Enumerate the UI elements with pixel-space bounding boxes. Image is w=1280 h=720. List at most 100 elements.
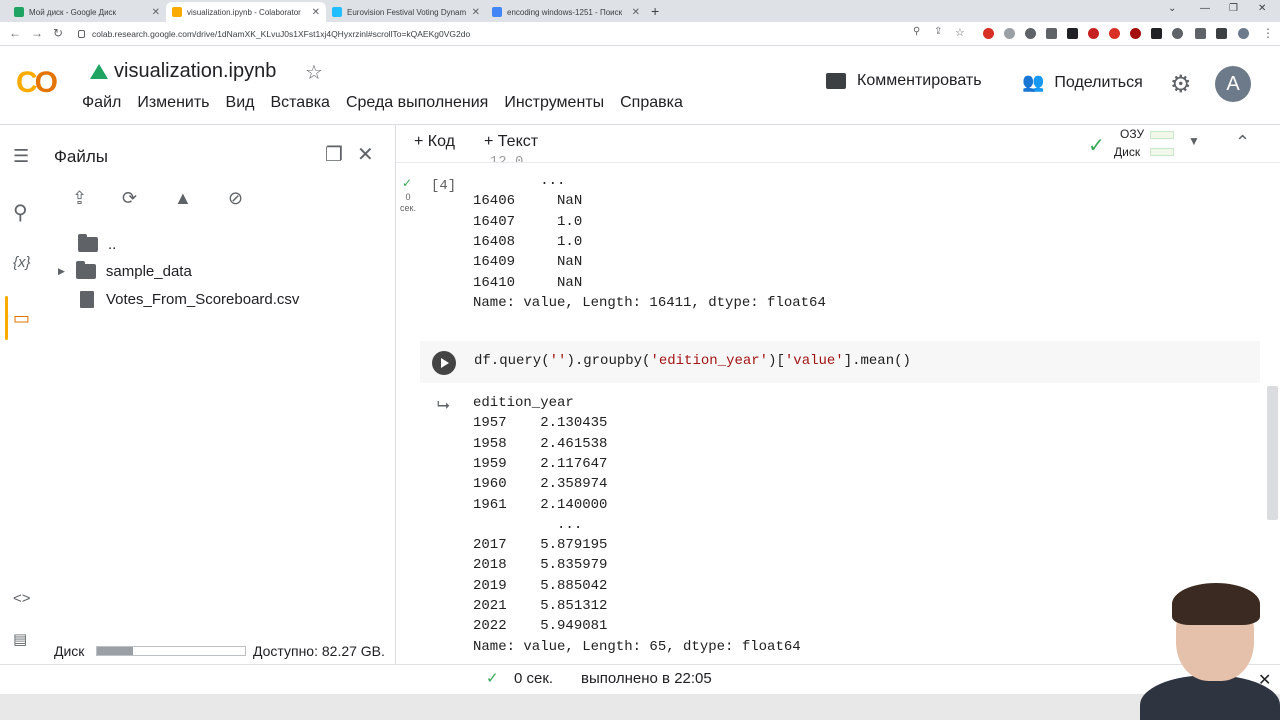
variables-icon[interactable]: {x} [13, 254, 31, 271]
panel-separator[interactable] [395, 125, 396, 665]
notebook-title-text[interactable]: visualization.ipynb [114, 60, 276, 83]
google-favicon-icon [492, 7, 502, 17]
browser-menu-icon[interactable]: ⋮ [1262, 26, 1274, 40]
output-line: 16409 NaN [473, 254, 583, 271]
new-tab-icon[interactable]: + [651, 3, 659, 19]
share-button[interactable]: 👥 Поделиться [1022, 72, 1143, 93]
chevron-down-icon[interactable]: ▼ [1188, 134, 1200, 148]
url-text: colab.research.google.com/drive/1dNamXK_… [92, 29, 471, 39]
menu-file[interactable]: Файл [82, 94, 121, 112]
tree-item-label: sample_data [105, 263, 192, 280]
extension-icon[interactable] [1130, 28, 1141, 39]
upload-file-icon[interactable]: ⇪ [72, 188, 87, 209]
browser-tab-drive[interactable]: Мой диск - Google Диск ✕ [8, 2, 166, 22]
tree-item-parent[interactable]: .. [78, 234, 116, 253]
mount-drive-icon[interactable]: ▲ [174, 188, 192, 209]
lock-icon [78, 30, 85, 38]
close-icon[interactable]: ✕ [312, 7, 320, 18]
menu-view[interactable]: Вид [226, 94, 255, 112]
menu-edit[interactable]: Изменить [137, 94, 209, 112]
star-icon[interactable]: ☆ [305, 60, 323, 85]
extension-icon[interactable] [1151, 28, 1162, 39]
colab-logo[interactable]: CO [16, 66, 58, 100]
output-line: 1961 2.140000 [473, 496, 608, 513]
bookmark-star-icon[interactable]: ☆ [955, 26, 965, 39]
notebook-title[interactable]: visualization.ipynb [90, 60, 276, 83]
extension-icon[interactable] [1067, 28, 1078, 39]
zoom-icon[interactable]: ⚲ [913, 26, 920, 37]
gear-icon[interactable]: ⚙ [1170, 70, 1192, 99]
refresh-folder-icon[interactable]: ⟳ [122, 188, 137, 209]
extension-icon[interactable] [1004, 28, 1015, 39]
ram-usage-bar [1150, 131, 1174, 139]
comment-label: Комментировать [857, 72, 982, 89]
extension-icon[interactable] [1109, 28, 1120, 39]
notebook-toolbar: + Код + Текст [396, 125, 1280, 163]
browser-tab-search[interactable]: encoding windows-1251 - Поиск ✕ [486, 2, 646, 22]
add-text-button[interactable]: + Текст [484, 133, 538, 151]
active-rail-indicator [5, 296, 8, 340]
avatar[interactable]: A [1215, 66, 1251, 102]
status-exec-time: 0 сек. [514, 670, 554, 687]
close-icon[interactable]: ✕ [357, 142, 374, 167]
files-folder-icon[interactable]: ▭ [13, 308, 30, 329]
adblock-extension-icon[interactable] [983, 28, 994, 39]
browser-tab-kaggle[interactable]: Eurovision Festival Voting Dynam ✕ [326, 2, 486, 22]
run-cell-button[interactable] [432, 351, 456, 375]
people-icon: 👥 [1022, 72, 1045, 92]
tab-search-icon[interactable]: ⌄ [1168, 3, 1176, 14]
output-line: Name: value, Length: 65, dtype: float64 [473, 638, 801, 655]
extension-icon[interactable] [1088, 28, 1099, 39]
comment-button[interactable]: Комментировать [826, 72, 982, 90]
output-actions-icon[interactable]: ⮡ [437, 397, 450, 415]
terminal-icon[interactable]: ▤ [13, 630, 27, 648]
code-token: ).groupby( [566, 353, 651, 369]
chevron-up-icon[interactable]: ⌃ [1235, 132, 1250, 153]
tree-item-sample-data[interactable]: ▶ sample_data [58, 261, 192, 280]
share-page-icon[interactable]: ⇪ [934, 26, 942, 37]
extension-icon[interactable] [1025, 28, 1036, 39]
add-code-button[interactable]: + Код [414, 133, 455, 151]
search-icon[interactable]: ⚲ [13, 200, 28, 225]
table-of-contents-icon[interactable]: ☰ [13, 146, 29, 167]
minimize-icon[interactable]: — [1200, 3, 1210, 14]
hide-files-icon[interactable]: ⊘ [228, 188, 243, 209]
menu-insert[interactable]: Вставка [270, 94, 329, 112]
open-in-tab-icon[interactable]: ❐ [325, 142, 343, 167]
menu-runtime[interactable]: Среда выполнения [346, 94, 488, 112]
colab-favicon-icon [172, 7, 182, 17]
disk-usage-bar [96, 646, 246, 656]
tab-title: visualization.ipynb - Colaborator [187, 7, 301, 17]
menu-help[interactable]: Справка [620, 94, 683, 112]
output-line: 2022 5.949081 [473, 618, 608, 635]
output-line: edition_year [473, 395, 574, 411]
output-line: 16410 NaN [473, 274, 583, 291]
cell-exec-count: [4] [431, 178, 457, 194]
output-line: 1959 2.117647 [473, 455, 608, 472]
sidebar-icon[interactable] [1216, 28, 1227, 39]
back-icon[interactable]: ← [9, 26, 21, 40]
menu-tools[interactable]: Инструменты [504, 94, 604, 112]
restore-icon[interactable]: ❐ [1229, 3, 1238, 14]
code-token: ].mean() [843, 353, 911, 369]
status-completed-text: выполнено в 22:05 [581, 670, 712, 687]
extensions-puzzle-icon[interactable] [1195, 28, 1206, 39]
close-icon[interactable]: ✕ [472, 7, 480, 18]
reload-icon[interactable]: ↻ [53, 26, 63, 40]
scrollbar-thumb[interactable] [1267, 386, 1278, 520]
cell-exec-time: 0 сек. [400, 192, 416, 213]
window-close-icon[interactable]: ✕ [1258, 3, 1266, 14]
browser-tab-colab[interactable]: visualization.ipynb - Colaborator ✕ [166, 2, 326, 22]
url-field[interactable]: colab.research.google.com/drive/1dNamXK_… [78, 26, 898, 42]
profile-icon[interactable] [1238, 28, 1249, 39]
extension-icon[interactable] [1046, 28, 1057, 39]
close-icon[interactable]: ✕ [632, 7, 640, 18]
extension-icon[interactable] [1172, 28, 1183, 39]
code-snippets-icon[interactable]: <> [13, 590, 31, 607]
expand-caret-icon[interactable]: ▶ [58, 266, 65, 277]
tree-item-votes-csv[interactable]: Votes_From_Scoreboard.csv [80, 291, 299, 308]
code-editor[interactable]: df.query('').groupby('edition_year')['va… [474, 353, 911, 369]
tab-title: Eurovision Festival Voting Dynam [347, 7, 467, 17]
close-icon[interactable]: ✕ [152, 7, 160, 18]
forward-icon[interactable]: → [31, 26, 43, 40]
